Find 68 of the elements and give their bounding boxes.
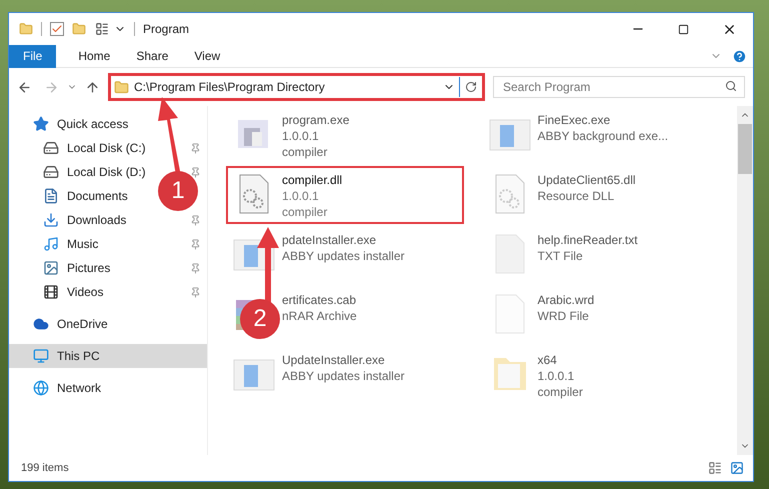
folder-icon [114,80,129,94]
sidebar-item[interactable]: Local Disk (D:) [67,163,146,181]
sidebar-item[interactable]: Network [57,379,102,397]
sidebar-item[interactable]: Music [67,235,98,253]
up-icon[interactable] [85,80,100,94]
scroll-thumb[interactable] [738,124,752,174]
ribbon-tab[interactable]: File [9,44,56,68]
file-name[interactable]: program.exe [282,112,350,128]
file-name[interactable]: x64 [538,352,557,368]
item-count: 199 items [21,460,69,476]
sidebar-item[interactable]: This PC [57,347,100,365]
document-icon [43,188,59,204]
star-icon [33,116,49,132]
file-detail: TXT File [538,248,583,264]
globe-icon [33,380,49,396]
selection-highlight[interactable]: This PC [9,344,207,368]
film-icon [43,284,59,300]
music-note-icon [43,236,59,252]
search-field[interactable]: Search Program [493,76,745,98]
sidebar-item[interactable]: Videos [67,283,104,301]
details-view-icon[interactable] [707,461,723,475]
drive-icon [43,140,59,156]
file-detail: 1.0.0.1 [538,368,574,384]
ribbon-tab[interactable]: Home [68,44,120,68]
drive-icon [43,164,59,180]
file-detail: nRAR Archive [282,308,357,324]
tiles-view-icon[interactable] [729,461,745,475]
cloud-icon [33,316,49,332]
file-name[interactable]: Arabic.wrd [538,292,594,308]
file-name[interactable]: help.fineReader.txt [538,232,638,248]
checklist-icon[interactable] [50,22,64,36]
sidebar-item[interactable]: Documents [67,187,128,205]
back-icon[interactable] [17,80,32,94]
file-name[interactable]: ertificates.cab [282,292,356,308]
file-detail: ABBY background exe... [538,128,668,144]
file-detail: 1.0.0.1 [282,188,319,204]
sidebar-item[interactable]: Downloads [67,211,126,229]
sidebar-item[interactable]: OneDrive [57,315,108,333]
sidebar-item[interactable]: Quick access [57,115,128,133]
file-detail: ABBY updates installer [282,248,405,264]
properties-icon[interactable] [94,22,110,36]
refresh-icon[interactable] [465,81,477,93]
picture-icon [43,260,59,276]
window-title: Program [143,21,190,38]
address-path: C:\Program Files\Program Directory [134,79,326,96]
file-name[interactable]: pdateInstaller.exe [282,232,376,248]
download-icon [43,212,59,228]
sidebar-item[interactable]: Pictures [67,259,110,277]
file-name[interactable]: UpdateClient65.dll [538,172,636,188]
file-detail: compiler [282,204,328,220]
ribbon-tab[interactable]: Share [126,44,178,68]
file-name[interactable]: compiler.dll [282,172,342,188]
file-name[interactable]: UpdateInstaller.exe [282,352,385,368]
file-detail: 1.0.0.1 [282,128,319,144]
file-detail: WRD File [538,308,589,324]
help-icon[interactable] [732,48,747,64]
file-detail: compiler [538,384,583,400]
monitor-icon [33,348,49,364]
file-detail: ABBY updates installer [282,368,405,384]
scrollbar[interactable] [737,106,753,455]
file-detail: compiler [282,144,328,160]
maximize-icon[interactable] [678,24,689,34]
sidebar-item[interactable]: Local Disk (C:) [67,139,146,157]
ribbon-tab[interactable]: View [184,44,230,68]
file-detail: Resource DLL [538,188,614,204]
file-name[interactable]: FineExec.exe [538,112,610,128]
address-bar[interactable]: C:\Program Files\Program Directory [108,73,485,101]
search-icon [725,80,737,92]
